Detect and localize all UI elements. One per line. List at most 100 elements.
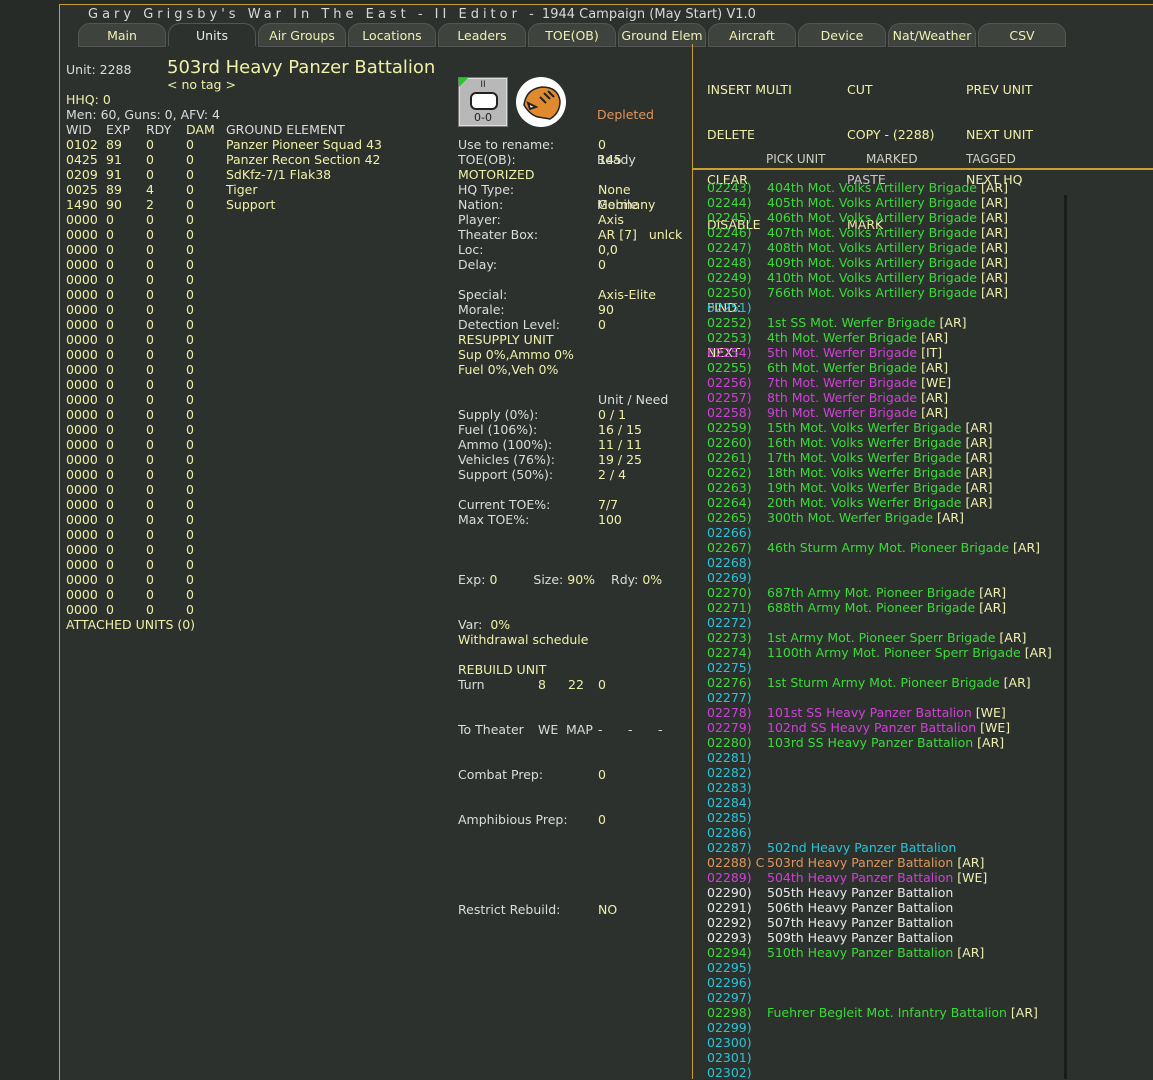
detail-value[interactable]: 19 / 25 [598,452,642,467]
list-item[interactable]: 02289) 504th Heavy Panzer Battalion [WE] [707,870,1052,885]
detail-value[interactable]: Unit / Need [598,392,668,407]
list-item[interactable]: 02251) [707,300,1052,315]
detail-value[interactable]: 11 / 11 [598,437,642,452]
theater-value[interactable]: - [658,722,663,737]
turn-value[interactable]: 8 [538,677,546,692]
list-item[interactable]: 02287) 502nd Heavy Panzer Battalion [707,840,1052,855]
list-item[interactable]: 02253) 4th Mot. Werfer Brigade [AR] [707,330,1052,345]
table-row-empty[interactable]: 0000 0 0 0 [66,467,195,482]
table-row-empty[interactable]: 0000 0 0 0 [66,497,195,512]
list-item[interactable]: 02244) 405th Mot. Volks Artillery Brigade… [707,195,1052,210]
list-item[interactable]: 02297) [707,990,1052,1005]
size-value[interactable]: 90% [567,572,595,587]
theater-value[interactable]: - [628,722,633,737]
unit-list-scrollbar[interactable] [1064,195,1067,1079]
table-row-empty[interactable]: 0000 0 0 0 [66,242,195,257]
table-row[interactable]: 0209 91 0 0 SdKfz-7/1 Flak38 [66,167,331,182]
table-row[interactable]: 1490 90 2 0 Support [66,197,275,212]
list-item[interactable]: 02277) [707,690,1052,705]
tab-aircraft[interactable]: Aircraft [708,23,796,47]
table-row-empty[interactable]: 0000 0 0 0 [66,212,195,227]
list-item[interactable]: 02252) 1st SS Mot. Werfer Brigade [AR] [707,315,1052,330]
list-item[interactable]: 02268) [707,555,1052,570]
copy-button[interactable]: COPY - (2288) [847,127,935,142]
list-item[interactable]: 02284) [707,795,1052,810]
list-item[interactable]: 02254) 5th Mot. Werfer Brigade [IT] [707,345,1052,360]
list-item[interactable]: 02271) 688th Army Mot. Pioneer Brigade [A… [707,600,1052,615]
unit-counter-icon[interactable]: II 0-0 [458,77,508,127]
table-row-empty[interactable]: 0000 0 0 0 [66,377,195,392]
detail-value[interactable]: 0,0 [598,242,618,257]
list-item[interactable]: 02265) 300th Mot. Werfer Brigade [AR] [707,510,1052,525]
table-row-empty[interactable]: 0000 0 0 0 [66,542,195,557]
list-item[interactable]: 02290) 505th Heavy Panzer Battalion [707,885,1052,900]
list-item[interactable]: 02294) 510th Heavy Panzer Battalion [AR] [707,945,1052,960]
table-row[interactable]: 0025 89 4 0 Tiger [66,182,258,197]
list-item[interactable]: 02280) 103rd SS Heavy Panzer Battalion [A… [707,735,1052,750]
detail-value[interactable]: 145 [598,152,622,167]
list-item[interactable]: 02300) [707,1035,1052,1050]
marked-button[interactable]: MARKED [866,152,918,166]
hhq[interactable]: HHQ: 0 [66,92,111,107]
detail-value[interactable]: AR [7] unlck [598,227,682,242]
list-item[interactable]: 02279) 102nd SS Heavy Panzer Battalion [W… [707,720,1052,735]
list-item[interactable]: 02248) 409th Mot. Volks Artillery Brigade… [707,255,1052,270]
list-item[interactable]: 02258) 9th Mot. Werfer Brigade [AR] [707,405,1052,420]
detail-value[interactable]: 90 [598,302,614,317]
turn-value[interactable]: 22 [568,677,584,692]
list-item[interactable]: 02257) 8th Mot. Werfer Brigade [AR] [707,390,1052,405]
list-item[interactable]: 02286) [707,825,1052,840]
restrict-rebuild-value[interactable]: NO [598,902,617,917]
list-item[interactable]: 02245) 406th Mot. Volks Artillery Brigade… [707,210,1052,225]
list-item[interactable]: 02260) 16th Mot. Volks Werfer Brigade [AR… [707,435,1052,450]
detail-value[interactable]: Axis-Elite [598,287,656,302]
detail-value[interactable]: 16 / 15 [598,422,642,437]
delete-button[interactable]: DELETE [707,127,792,142]
list-item[interactable]: 02259) 15th Mot. Volks Werfer Brigade [AR… [707,420,1052,435]
list-item[interactable]: 02274) 1100th Army Mot. Pioneer Sperr Bri… [707,645,1052,660]
table-row-empty[interactable]: 0000 0 0 0 [66,587,195,602]
table-row-empty[interactable]: 0000 0 0 0 [66,512,195,527]
detail-value[interactable]: Germany [598,197,655,212]
list-item[interactable]: 02299) [707,1020,1052,1035]
table-row-empty[interactable]: 0000 0 0 0 [66,452,195,467]
combat-prep-value[interactable]: 0 [598,767,606,782]
table-row-empty[interactable]: 0000 0 0 0 [66,572,195,587]
table-row-empty[interactable]: 0000 0 0 0 [66,557,195,572]
unit-name[interactable]: 503rd Heavy Panzer Battalion [167,57,435,78]
detail-label[interactable]: RESUPPLY UNIT [458,332,553,347]
table-row-empty[interactable]: 0000 0 0 0 [66,272,195,287]
theater-value[interactable]: WE [538,722,558,737]
table-row-empty[interactable]: 0000 0 0 0 [66,287,195,302]
list-item[interactable]: 02273) 1st Army Mot. Pioneer Sperr Brigad… [707,630,1052,645]
detail-value[interactable]: Axis [598,212,624,227]
pick-unit-button[interactable]: PICK UNIT [766,152,825,166]
list-item[interactable]: 02255) 6th Mot. Werfer Brigade [AR] [707,360,1052,375]
detail-value[interactable]: 2 / 4 [598,467,626,482]
table-row-empty[interactable]: 0000 0 0 0 [66,437,195,452]
theater-value[interactable]: - [598,722,603,737]
turn-value[interactable]: 0 [598,677,606,692]
list-item[interactable]: 02267) 46th Sturm Army Mot. Pioneer Briga… [707,540,1052,555]
detail-label[interactable]: Sup 0%,Ammo 0% [458,347,574,362]
table-row-empty[interactable]: 0000 0 0 0 [66,302,195,317]
list-item[interactable]: 02278) 101st SS Heavy Panzer Battalion [W… [707,705,1052,720]
list-item[interactable]: 02249) 410th Mot. Volks Artillery Brigade… [707,270,1052,285]
prev-unit-button[interactable]: PREV UNIT [966,82,1033,97]
table-row-empty[interactable]: 0000 0 0 0 [66,482,195,497]
detail-label[interactable]: MOTORIZED [458,167,535,182]
detail-value[interactable]: None [598,182,631,197]
list-item[interactable]: 02266) [707,525,1052,540]
list-item[interactable]: 02263) 19th Mot. Volks Werfer Brigade [AR… [707,480,1052,495]
tab-main[interactable]: Main [78,23,166,47]
table-row-empty[interactable]: 0000 0 0 0 [66,227,195,242]
detail-label[interactable]: Fuel 0%,Veh 0% [458,362,558,377]
next-unit-button[interactable]: NEXT UNIT [966,127,1033,142]
detail-value[interactable]: 100 [598,512,622,527]
detail-value[interactable]: 0 / 1 [598,407,626,422]
tab-nat-weather[interactable]: Nat/Weather [888,23,976,47]
list-item[interactable]: 02301) [707,1050,1052,1065]
table-header[interactable]: WID EXP RDY DAM GROUND ELEMENT [66,122,345,137]
list-item[interactable]: 02262) 18th Mot. Volks Werfer Brigade [AR… [707,465,1052,480]
list-item[interactable]: 02295) [707,960,1052,975]
